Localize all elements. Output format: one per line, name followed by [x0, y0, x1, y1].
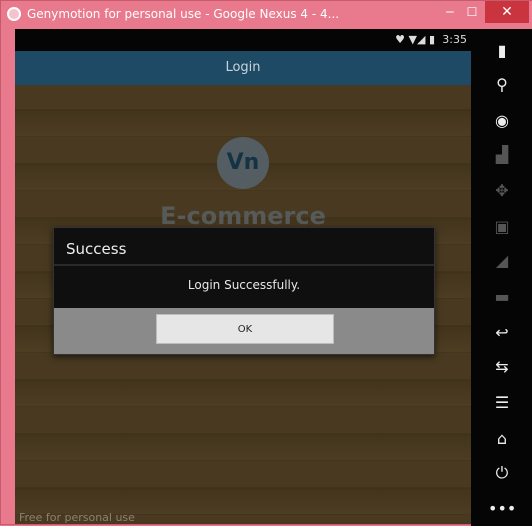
- ok-button[interactable]: OK: [156, 314, 334, 344]
- maximize-button[interactable]: ☐: [461, 3, 483, 21]
- status-time: 3:35: [442, 33, 467, 46]
- remote-control-icon[interactable]: ▟: [488, 141, 516, 169]
- dialog-message: Login Successfully.: [187, 278, 301, 292]
- more-icon[interactable]: •••: [488, 495, 516, 523]
- home-icon[interactable]: ⌂: [488, 425, 516, 453]
- move-icon[interactable]: ✥: [488, 177, 516, 205]
- window-title: Genymotion for personal use - Google Nex…: [27, 7, 340, 21]
- recent-apps-icon[interactable]: ⇆: [488, 353, 516, 381]
- dialog-header: Success: [54, 228, 434, 266]
- sms-icon[interactable]: ▬: [488, 283, 516, 311]
- minimize-button[interactable]: ‒: [439, 3, 461, 21]
- watermark-text: Free for personal use: [19, 511, 135, 524]
- status-icons: ♥ ▼◢ ▮: [395, 33, 435, 46]
- webcam-icon[interactable]: ◉: [488, 107, 516, 135]
- action-bar-title: Login: [225, 60, 261, 75]
- menu-icon[interactable]: ☰: [488, 389, 516, 417]
- genymotion-toolbar: ▮ ⚲ ◉ ▟ ✥ ▣ ◢ ▬ ↩ ⇆ ☰ ⌂ ⏻ •••: [471, 29, 532, 526]
- window-titlebar: Genymotion for personal use - Google Nex…: [1, 1, 532, 29]
- battery-icon[interactable]: ▮: [488, 37, 516, 65]
- network-icon[interactable]: ◢: [488, 247, 516, 275]
- genymotion-app-icon: [7, 7, 21, 21]
- identifiers-icon[interactable]: ▣: [488, 213, 516, 241]
- dialog-button-bar: OK: [54, 308, 434, 354]
- android-statusbar: ♥ ▼◢ ▮ 3:35: [15, 29, 471, 51]
- power-icon[interactable]: ⏻: [488, 459, 516, 487]
- close-button[interactable]: ✕: [485, 1, 529, 23]
- success-dialog: Success Login Successfully. OK: [53, 227, 435, 355]
- genymotion-window: Genymotion for personal use - Google Nex…: [0, 0, 532, 526]
- gps-icon[interactable]: ⚲: [488, 71, 516, 99]
- device-screen: ♥ ▼◢ ▮ 3:35 Login Vn E-commerce Free for…: [15, 29, 471, 524]
- action-bar: Login: [15, 51, 471, 85]
- back-icon[interactable]: ↩: [488, 319, 516, 347]
- dialog-title: Success: [66, 240, 127, 258]
